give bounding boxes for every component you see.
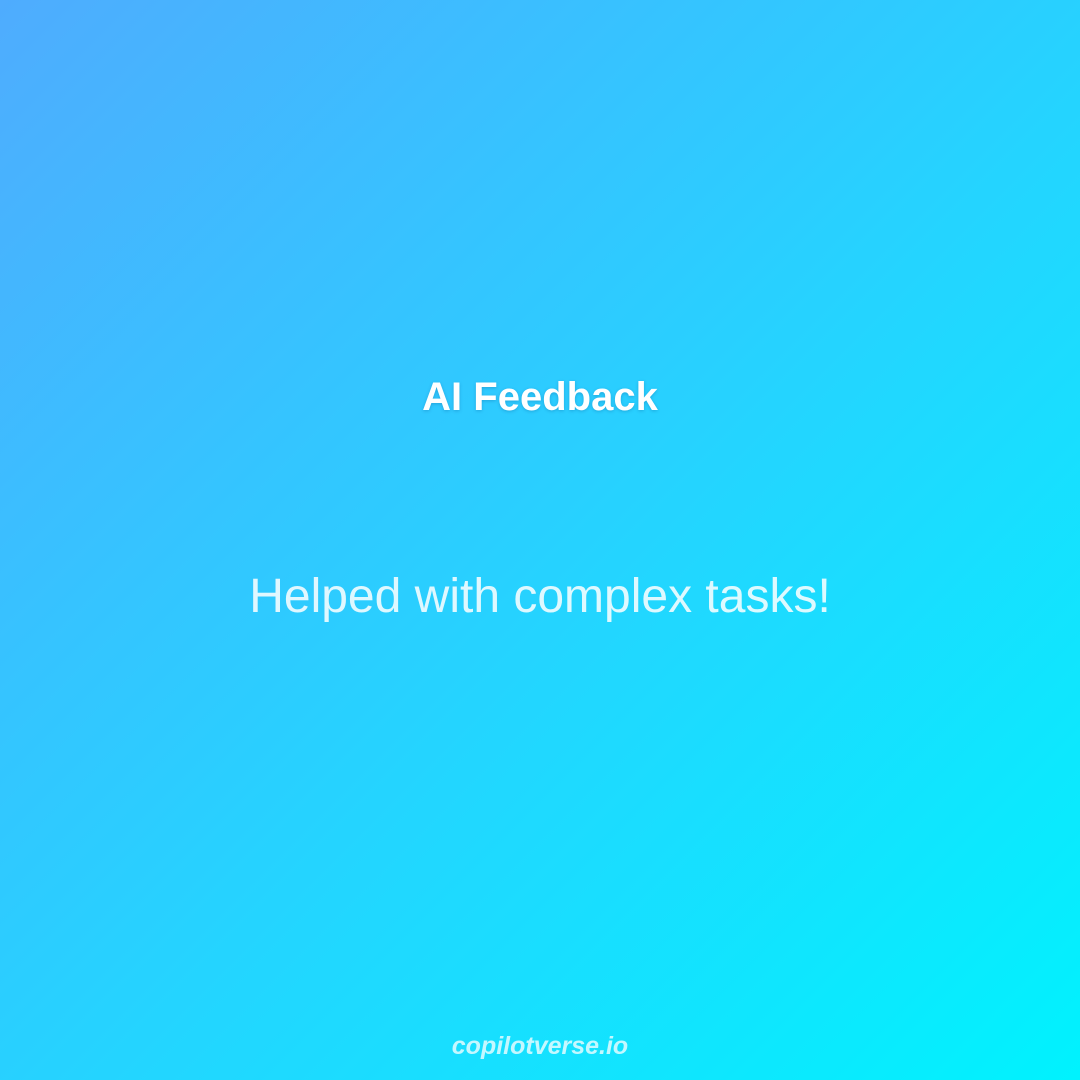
card-title: AI Feedback [422, 375, 658, 419]
feedback-message: Helped with complex tasks! [249, 570, 831, 623]
site-watermark: copilotverse.io [451, 1032, 629, 1060]
feedback-card: AI Feedback Helped with complex tasks! c… [0, 0, 1080, 1080]
